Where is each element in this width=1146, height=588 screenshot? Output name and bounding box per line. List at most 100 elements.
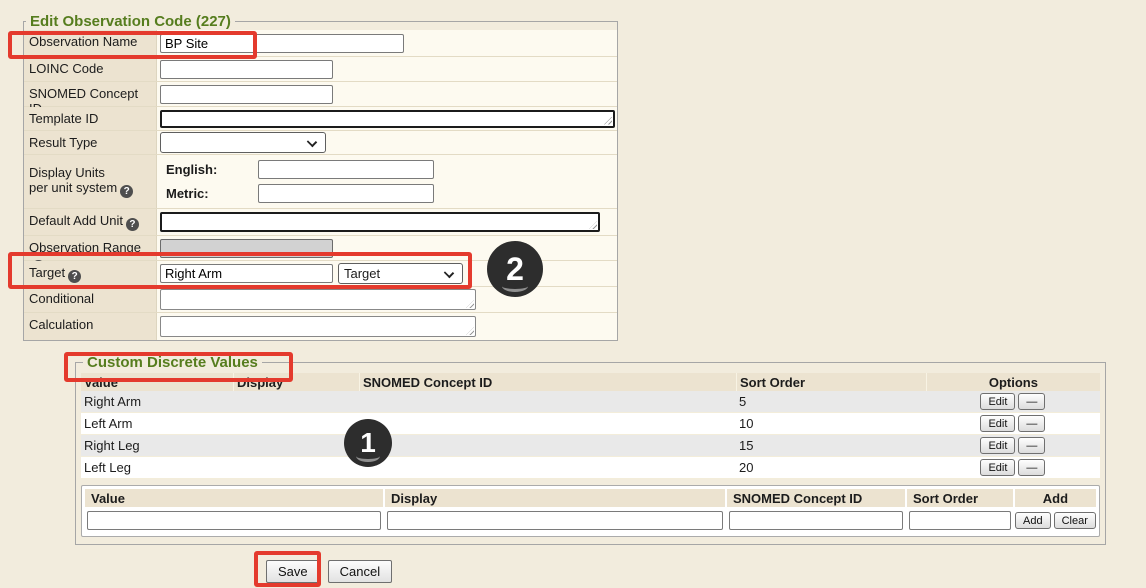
add-value-panel: Value Display SNOMED Concept ID Sort Ord… bbox=[81, 485, 1100, 537]
form-actions: Save Cancel bbox=[266, 560, 392, 583]
calculation-label: Calculation bbox=[24, 313, 157, 340]
chevron-down-icon bbox=[444, 268, 454, 278]
add-display-input[interactable] bbox=[387, 511, 723, 530]
cell-sort-order: 15 bbox=[736, 436, 926, 456]
cell-sort-order: 10 bbox=[736, 414, 926, 434]
page: Edit Observation Code (227) Observation … bbox=[0, 0, 1146, 588]
resize-handle-icon bbox=[466, 327, 474, 335]
row-template-id: Template ID bbox=[24, 107, 617, 131]
help-icon[interactable]: ? bbox=[120, 185, 133, 198]
english-units-label: English: bbox=[166, 162, 258, 177]
conditional-label: Conditional bbox=[24, 287, 157, 312]
row-observation-name: Observation Name bbox=[24, 30, 617, 57]
cell-value: Left Leg bbox=[81, 458, 233, 478]
resize-handle-icon bbox=[466, 300, 474, 308]
add-snomed-input[interactable] bbox=[729, 511, 903, 530]
target-label: Target? bbox=[24, 261, 157, 286]
result-type-label: Result Type bbox=[24, 131, 157, 154]
discrete-values-table: Value Display SNOMED Concept ID Sort Ord… bbox=[81, 373, 1100, 479]
row-default-add-unit: Default Add Unit? bbox=[24, 209, 617, 236]
annotation-badge-1: 1 bbox=[344, 419, 392, 467]
header-value: Value bbox=[81, 373, 233, 391]
edit-button[interactable]: Edit bbox=[980, 393, 1015, 410]
cell-display bbox=[233, 436, 359, 456]
row-calculation: Calculation bbox=[24, 313, 617, 340]
table-row: Left Arm 10 Edit — bbox=[81, 413, 1100, 435]
clear-button[interactable]: Clear bbox=[1054, 512, 1096, 529]
add-header-value: Value bbox=[85, 489, 385, 507]
chevron-down-icon bbox=[307, 137, 317, 147]
custom-discrete-values-section: Custom Discrete Values Value Display SNO… bbox=[75, 354, 1106, 545]
resize-handle-icon bbox=[604, 117, 612, 125]
metric-units-input[interactable] bbox=[258, 184, 434, 203]
add-value-input[interactable] bbox=[87, 511, 381, 530]
discrete-legend: Custom Discrete Values bbox=[83, 354, 262, 371]
row-loinc-code: LOINC Code bbox=[24, 57, 617, 82]
save-button[interactable]: Save bbox=[266, 560, 320, 583]
header-snomed: SNOMED Concept ID bbox=[359, 373, 736, 391]
conditional-textarea[interactable] bbox=[160, 289, 476, 310]
form-legend: Edit Observation Code (227) bbox=[26, 13, 235, 30]
calculation-textarea[interactable] bbox=[160, 316, 476, 337]
remove-button[interactable]: — bbox=[1018, 415, 1045, 432]
help-icon[interactable]: ? bbox=[68, 270, 81, 283]
cell-display bbox=[233, 392, 359, 412]
cell-snomed bbox=[359, 392, 736, 412]
add-header-row: Value Display SNOMED Concept ID Sort Ord… bbox=[85, 489, 1096, 507]
annotation-badge-2: 2 bbox=[487, 241, 543, 297]
observation-name-input[interactable] bbox=[160, 34, 404, 53]
help-icon[interactable]: ? bbox=[126, 218, 139, 231]
edit-button[interactable]: Edit bbox=[980, 415, 1015, 432]
cell-display bbox=[233, 458, 359, 478]
row-display-units: Display Units per unit system? English: … bbox=[24, 155, 617, 209]
add-button[interactable]: Add bbox=[1015, 512, 1051, 529]
display-units-label: Display Units per unit system? bbox=[24, 155, 157, 208]
remove-button[interactable]: — bbox=[1018, 437, 1045, 454]
target-input[interactable] bbox=[160, 264, 333, 283]
add-sort-order-input[interactable] bbox=[909, 511, 1011, 530]
snomed-concept-id-input[interactable] bbox=[160, 85, 333, 104]
cell-snomed bbox=[359, 458, 736, 478]
metric-units-label: Metric: bbox=[166, 186, 258, 201]
cell-sort-order: 20 bbox=[736, 458, 926, 478]
add-header-add: Add bbox=[1015, 489, 1096, 507]
edit-button[interactable]: Edit bbox=[980, 437, 1015, 454]
add-header-snomed: SNOMED Concept ID bbox=[727, 489, 907, 507]
add-header-display: Display bbox=[385, 489, 727, 507]
target-selected-value: Target bbox=[344, 266, 380, 281]
table-row: Right Arm 5 Edit — bbox=[81, 391, 1100, 413]
cell-display bbox=[233, 414, 359, 434]
header-options: Options bbox=[926, 373, 1100, 391]
header-display: Display bbox=[233, 373, 359, 391]
row-snomed-concept-id: SNOMED Concept ID bbox=[24, 82, 617, 107]
result-type-select[interactable] bbox=[160, 132, 326, 153]
cell-snomed bbox=[359, 414, 736, 434]
remove-button[interactable]: — bbox=[1018, 393, 1045, 410]
metric-units-row: Metric: bbox=[160, 182, 615, 207]
loinc-code-label: LOINC Code bbox=[24, 57, 157, 81]
table-row: Left Leg 20 Edit — bbox=[81, 457, 1100, 479]
table-header-row: Value Display SNOMED Concept ID Sort Ord… bbox=[81, 373, 1100, 391]
header-sort-order: Sort Order bbox=[736, 373, 926, 391]
target-select[interactable]: Target bbox=[338, 263, 463, 284]
add-input-row: Add Clear bbox=[85, 507, 1096, 533]
default-add-unit-label: Default Add Unit? bbox=[24, 209, 157, 235]
row-result-type: Result Type bbox=[24, 131, 617, 155]
english-units-input[interactable] bbox=[258, 160, 434, 179]
remove-button[interactable]: — bbox=[1018, 459, 1045, 476]
cell-sort-order: 5 bbox=[736, 392, 926, 412]
observation-name-label: Observation Name bbox=[24, 30, 157, 56]
default-add-unit-textarea[interactable] bbox=[160, 212, 600, 232]
observation-range-input[interactable] bbox=[160, 239, 333, 258]
template-id-textarea[interactable] bbox=[160, 110, 615, 128]
snomed-concept-id-label: SNOMED Concept ID bbox=[24, 82, 157, 106]
loinc-code-input[interactable] bbox=[160, 60, 333, 79]
observation-range-label: Observation Range? bbox=[24, 236, 157, 260]
template-id-label: Template ID bbox=[24, 107, 157, 130]
cell-value: Left Arm bbox=[81, 414, 233, 434]
edit-button[interactable]: Edit bbox=[980, 459, 1015, 476]
english-units-row: English: bbox=[160, 157, 615, 182]
cell-snomed bbox=[359, 436, 736, 456]
cancel-button[interactable]: Cancel bbox=[328, 560, 392, 583]
resize-handle-icon bbox=[589, 221, 597, 229]
